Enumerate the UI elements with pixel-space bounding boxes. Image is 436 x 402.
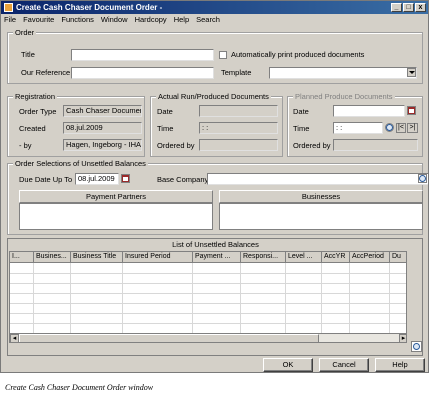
- column-header[interactable]: Business Title: [71, 252, 123, 263]
- planned-time-clock-button[interactable]: [385, 123, 394, 132]
- app-icon: [4, 3, 13, 12]
- column-divider: [349, 263, 350, 333]
- title-bar: Create Cash Chaser Document Order - _ □ …: [1, 1, 428, 14]
- column-divider: [389, 263, 390, 333]
- title-label: Title: [21, 50, 35, 59]
- planned-next-button[interactable]: >|: [407, 123, 418, 133]
- menu-bar: File Favourite Functions Window Hardcopy…: [1, 14, 428, 25]
- column-header[interactable]: Level ...: [286, 252, 322, 263]
- menu-help[interactable]: Help: [174, 15, 189, 24]
- actual-time-label: Time: [157, 124, 174, 133]
- actual-date-field: [199, 105, 278, 117]
- payment-partners-list[interactable]: [19, 203, 213, 230]
- actual-date-label: Date: [157, 107, 173, 116]
- window-controls: _ □ x: [391, 3, 426, 12]
- created-by-field: Hagen, Ingeborg - IHA(: [63, 139, 142, 151]
- base-company-input[interactable]: [207, 173, 428, 185]
- search-icon: [419, 175, 426, 182]
- auto-print-label: Automatically print produced documents: [231, 50, 365, 59]
- menu-window[interactable]: Window: [101, 15, 128, 24]
- order-type-label: Order Type: [19, 107, 57, 116]
- planned-ordered-by-field: [333, 139, 418, 151]
- window-title: Create Cash Chaser Document Order -: [16, 3, 163, 12]
- businesses-list[interactable]: [219, 203, 423, 230]
- registration-group-title: Registration: [13, 92, 58, 101]
- due-date-calendar-button[interactable]: [121, 174, 130, 183]
- column-header[interactable]: Insured Period: [123, 252, 193, 263]
- column-header[interactable]: Du: [390, 252, 406, 263]
- balances-list-title: List of Unsettled Balances: [172, 240, 259, 249]
- column-divider: [240, 263, 241, 333]
- selections-group-title: Order Selections of Unsettled Balances: [13, 159, 148, 168]
- column-header[interactable]: Busines...: [34, 252, 71, 263]
- cancel-button[interactable]: Cancel: [319, 358, 369, 372]
- menu-functions[interactable]: Functions: [61, 15, 94, 24]
- title-input[interactable]: [71, 49, 214, 61]
- column-divider: [321, 263, 322, 333]
- figure-caption: Create Cash Chaser Document Order window: [5, 383, 154, 392]
- column-header[interactable]: AccYR: [322, 252, 350, 263]
- scroll-left-arrow-icon[interactable]: ◂: [10, 334, 19, 342]
- auto-print-checkbox[interactable]: [219, 51, 227, 59]
- column-divider: [192, 263, 193, 333]
- scroll-right-arrow-icon[interactable]: ▸: [399, 334, 406, 342]
- payment-partners-header[interactable]: Payment Partners: [19, 190, 213, 203]
- planned-time-label: Time: [293, 124, 310, 133]
- maximize-button[interactable]: □: [403, 3, 414, 12]
- base-company-label: Base Company: [157, 175, 209, 184]
- order-group-title: Order: [13, 28, 37, 37]
- planned-ordered-by-label: Ordered by: [293, 141, 331, 150]
- help-button[interactable]: Help: [375, 358, 425, 372]
- actual-ordered-by-label: Ordered by: [157, 141, 195, 150]
- column-header[interactable]: I...: [10, 252, 34, 263]
- column-header[interactable]: AccPeriod: [350, 252, 390, 263]
- close-button[interactable]: x: [415, 3, 426, 12]
- created-by-label: - by: [19, 141, 32, 150]
- minimize-button[interactable]: _: [391, 3, 402, 12]
- planned-date-label: Date: [293, 107, 309, 116]
- planned-prev-button[interactable]: |<: [396, 123, 406, 133]
- column-divider: [285, 263, 286, 333]
- planned-group-title: Planned Produce Documents: [293, 92, 395, 101]
- column-divider: [33, 263, 34, 333]
- chevron-down-icon: [408, 71, 415, 74]
- column-header[interactable]: Responsi...: [241, 252, 286, 263]
- list-tool-button[interactable]: [411, 341, 422, 352]
- actual-run-group-title: Actual Run/Produced Documents: [156, 92, 271, 101]
- horizontal-scrollbar[interactable]: ◂ ▸: [10, 333, 406, 342]
- column-header[interactable]: Payment ...: [193, 252, 241, 263]
- scrollbar-thumb[interactable]: [19, 334, 319, 342]
- menu-search[interactable]: Search: [196, 15, 220, 24]
- planned-time-input[interactable]: : :: [333, 122, 383, 134]
- menu-hardcopy[interactable]: Hardcopy: [135, 15, 167, 24]
- menu-file[interactable]: File: [4, 15, 16, 24]
- our-reference-input[interactable]: [71, 67, 214, 79]
- template-select[interactable]: [269, 67, 417, 79]
- balances-table[interactable]: I... Busines... Business Title Insured P…: [9, 251, 407, 343]
- column-divider: [70, 263, 71, 333]
- template-dropdown-button[interactable]: [407, 68, 416, 77]
- businesses-header[interactable]: Businesses: [219, 190, 423, 203]
- due-date-label: Due Date Up To: [19, 175, 73, 184]
- planned-date-calendar-button[interactable]: [407, 106, 416, 115]
- search-icon: [413, 343, 420, 350]
- planned-date-input[interactable]: [333, 105, 405, 117]
- template-label: Template: [221, 68, 252, 77]
- column-divider: [122, 263, 123, 333]
- menu-favourite[interactable]: Favourite: [23, 15, 54, 24]
- created-field: 08.jul.2009: [63, 122, 142, 134]
- our-reference-label: Our Reference: [21, 68, 71, 77]
- base-company-search-button[interactable]: [418, 174, 427, 183]
- created-label: Created: [19, 124, 46, 133]
- order-type-field: Cash Chaser Document: [63, 105, 142, 117]
- due-date-input[interactable]: 08.jul.2009: [75, 173, 119, 185]
- ok-button[interactable]: OK: [263, 358, 313, 372]
- calendar-icon: [408, 107, 415, 114]
- clock-icon: [386, 124, 393, 131]
- calendar-icon: [122, 175, 129, 182]
- actual-ordered-by-field: [199, 139, 278, 151]
- app-window: Create Cash Chaser Document Order - _ □ …: [0, 0, 429, 373]
- actual-time-field: : :: [199, 122, 278, 134]
